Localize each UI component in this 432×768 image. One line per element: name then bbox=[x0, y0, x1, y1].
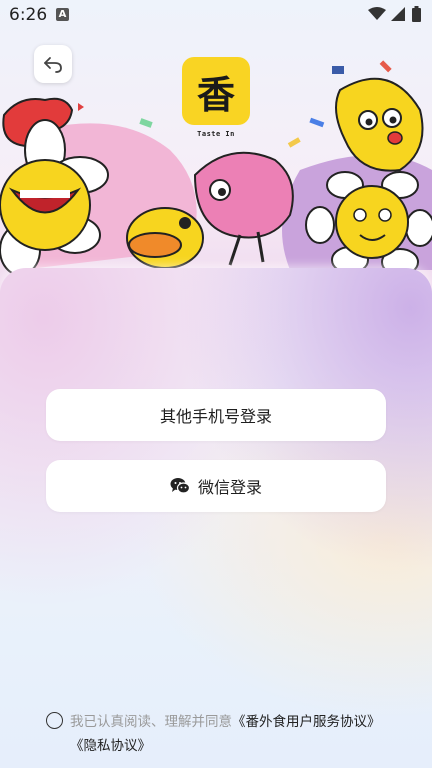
wechat-login-label: 微信登录 bbox=[197, 478, 262, 497]
battery-icon bbox=[412, 6, 421, 22]
wechat-icon bbox=[170, 478, 190, 494]
agreement: 我已认真阅读、理解并同意《番外食用户服务协议》《隐私协议》 bbox=[46, 710, 386, 758]
wifi-icon bbox=[368, 7, 386, 20]
other-phone-login-button[interactable]: 其他手机号登录 bbox=[46, 389, 386, 441]
status-bar: 6:26 A bbox=[0, 0, 432, 30]
service-agreement-link[interactable]: 《番外食用户服务协议》 bbox=[232, 714, 381, 730]
agreement-text: 我已认真阅读、理解并同意《番外食用户服务协议》《隐私协议》 bbox=[46, 710, 386, 758]
back-button[interactable] bbox=[34, 45, 72, 83]
back-arrow-icon bbox=[44, 57, 62, 73]
logo-glyph: 香 bbox=[196, 72, 235, 117]
app-logo: 香 bbox=[182, 57, 250, 125]
login-sheet bbox=[0, 268, 432, 768]
a-letter-icon: A bbox=[56, 8, 69, 21]
wechat-login-button[interactable]: 微信登录 bbox=[46, 460, 386, 512]
agreement-prefix: 我已认真阅读、理解并同意 bbox=[70, 714, 232, 730]
brand-text: Taste In bbox=[197, 130, 235, 138]
privacy-agreement-link[interactable]: 《隐私协议》 bbox=[70, 738, 151, 754]
status-time: 6:26 bbox=[9, 5, 48, 25]
agreement-radio[interactable] bbox=[46, 712, 63, 729]
signal-icon bbox=[391, 7, 405, 21]
other-phone-login-label: 其他手机号登录 bbox=[159, 407, 272, 426]
